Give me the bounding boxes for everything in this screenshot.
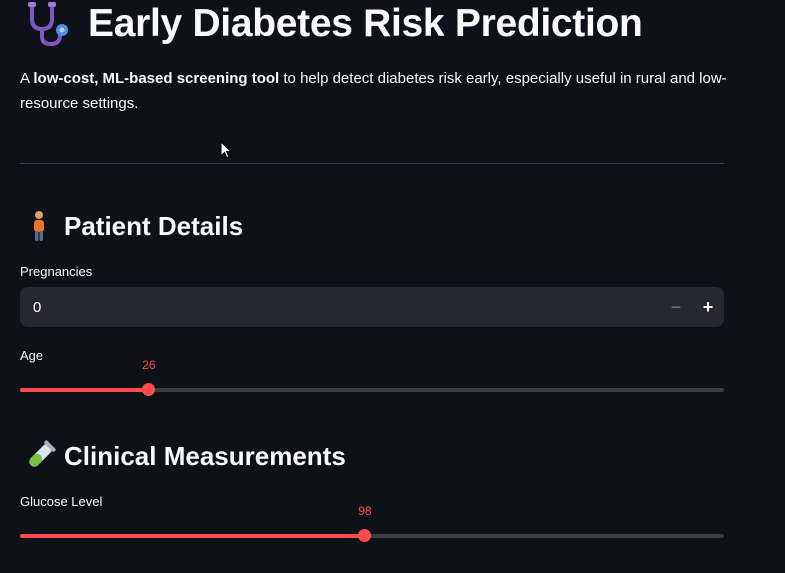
app-page: Early Diabetes Risk Prediction A low-cos…: [0, 0, 785, 573]
intro-paragraph: A low-cost, ML-based screening tool to h…: [20, 66, 730, 116]
intro-prefix: A: [20, 70, 34, 87]
glucose-label: Glucose Level: [20, 494, 103, 509]
stethoscope-icon: [24, 1, 76, 47]
increment-button[interactable]: +: [692, 287, 724, 327]
page-header: Early Diabetes Risk Prediction: [24, 0, 643, 48]
slider-value: 98: [358, 504, 372, 518]
test-tube-icon: [24, 440, 56, 472]
divider: [20, 163, 724, 164]
pregnancies-label: Pregnancies: [20, 264, 93, 279]
person-icon: [24, 210, 56, 242]
slider-fill: [20, 388, 149, 392]
section-title: Patient Details: [64, 210, 244, 241]
pregnancies-input[interactable]: 0 − +: [20, 287, 724, 327]
age-slider[interactable]: 26: [20, 358, 724, 402]
patient-details-heading: Patient Details: [24, 210, 243, 242]
slider-value: 26: [142, 358, 156, 372]
pregnancies-value[interactable]: 0: [20, 299, 660, 316]
glucose-slider[interactable]: 98: [20, 504, 724, 548]
slider-thumb[interactable]: [358, 529, 372, 542]
decrement-button[interactable]: −: [660, 287, 692, 327]
clinical-measurements-heading: Clinical Measurements: [24, 440, 346, 472]
slider-thumb[interactable]: [142, 383, 156, 396]
page-title: Early Diabetes Risk Prediction: [88, 2, 643, 45]
slider-fill: [20, 534, 365, 538]
age-label: Age: [20, 348, 44, 363]
mouse-cursor-icon: [220, 140, 233, 159]
intro-bold: low-cost, ML-based screening tool: [33, 70, 280, 87]
section-title: Clinical Measurements: [64, 440, 346, 471]
